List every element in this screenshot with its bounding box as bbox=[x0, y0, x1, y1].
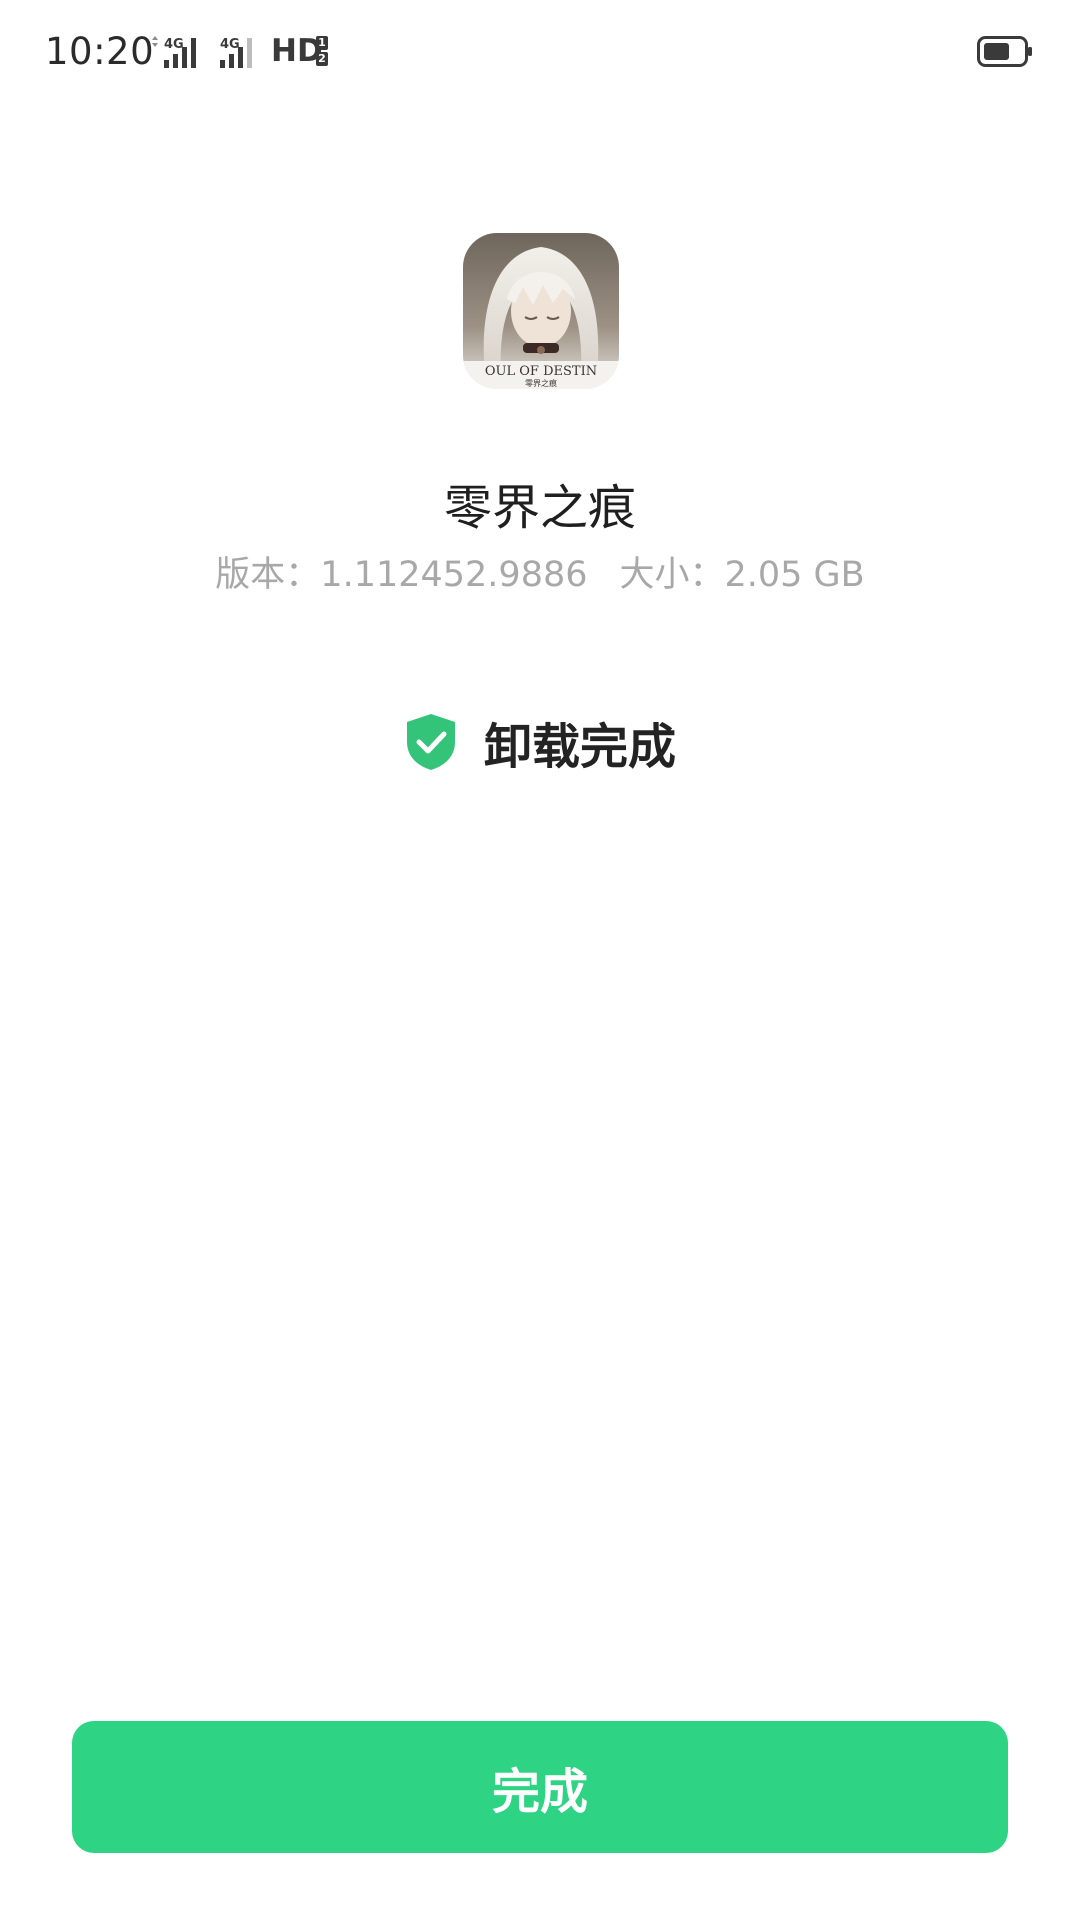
network-type-label: 4G bbox=[164, 37, 184, 52]
signal-icon: 4G bbox=[217, 34, 267, 70]
hd-sim-indicator: 1 2 bbox=[316, 36, 328, 68]
app-icon: OUL OF DESTIN 零界之痕 bbox=[463, 233, 619, 389]
uninstall-result-screen: 10:20 4G 4G HD 1 2 OUL OF DESTIN 零界之痕 零界… bbox=[0, 0, 1080, 1920]
app-version: 版本：1.112452.9886 bbox=[215, 555, 588, 595]
uninstall-status-text: 卸载完成 bbox=[483, 719, 676, 775]
uninstall-result: 卸载完成 bbox=[0, 710, 1080, 775]
hd-voice-label: HD bbox=[271, 33, 323, 69]
network-type-label: 4G bbox=[220, 37, 240, 52]
hd-sim-bottom: 2 bbox=[316, 52, 328, 66]
shield-check-icon bbox=[406, 714, 455, 770]
battery-icon bbox=[977, 36, 1033, 67]
done-button[interactable]: 完成 bbox=[72, 1721, 1008, 1853]
app-name: 零界之痕 bbox=[443, 480, 636, 536]
app-icon-subtitle: 零界之痕 bbox=[525, 378, 557, 388]
app-meta: 版本：1.112452.9886 大小：2.05 GB bbox=[0, 546, 1080, 597]
app-icon-title: OUL OF DESTIN bbox=[485, 364, 597, 379]
status-bar: 10:20 4G 4G HD 1 2 bbox=[0, 0, 1080, 105]
app-size: 大小：2.05 GB bbox=[619, 555, 865, 595]
signal-icon: 4G bbox=[148, 34, 210, 70]
hd-sim-top: 1 bbox=[316, 36, 328, 50]
status-time: 10:20 bbox=[45, 30, 155, 73]
